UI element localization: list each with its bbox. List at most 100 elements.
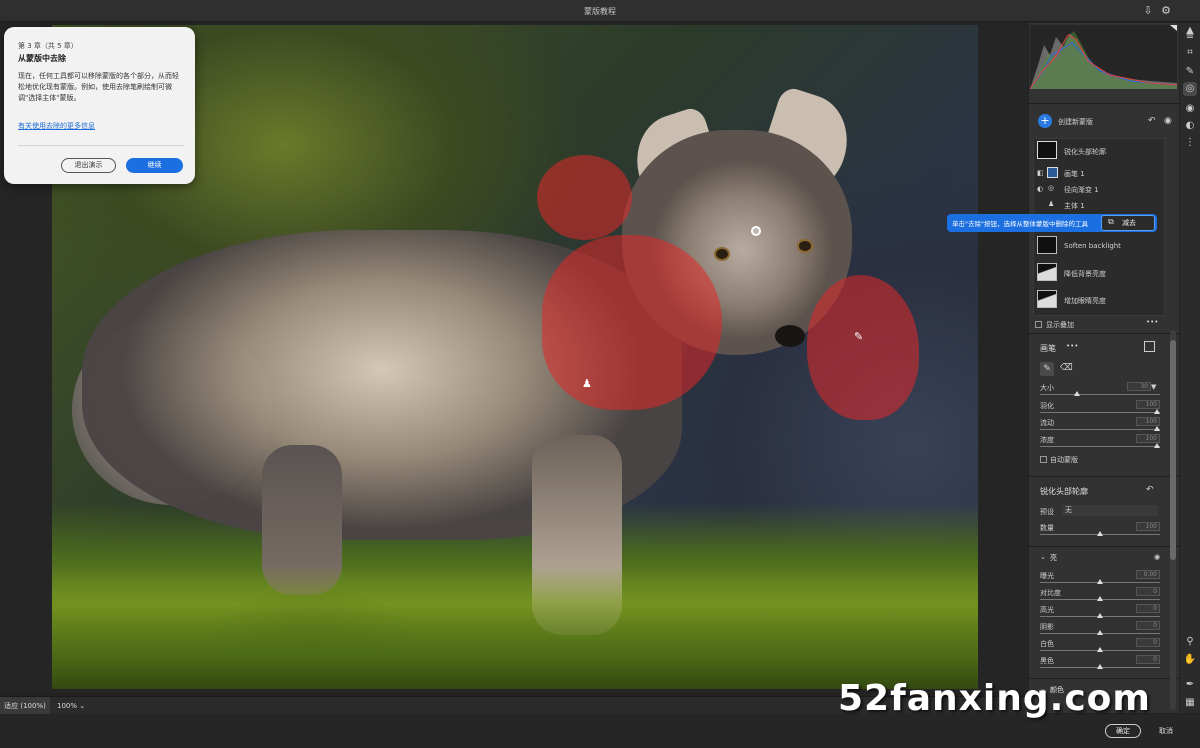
- mask-item-label[interactable]: Soften backlight: [1064, 242, 1121, 250]
- slider-knob[interactable]: [1097, 596, 1103, 601]
- ok-button[interactable]: 确定: [1105, 724, 1141, 738]
- show-overlay-checkbox[interactable]: [1035, 321, 1042, 328]
- tutorial-more-link[interactable]: 有关使用去除的更多信息: [18, 121, 95, 131]
- mask-item-label[interactable]: 画笔 1: [1064, 169, 1085, 179]
- slider-track[interactable]: [1040, 394, 1160, 395]
- continue-button[interactable]: 继续: [126, 158, 183, 173]
- create-mask-button[interactable]: +: [1038, 114, 1052, 128]
- panel-divider: [1029, 476, 1179, 477]
- slider-label: 浓度: [1040, 436, 1054, 444]
- slider-knob[interactable]: [1097, 531, 1103, 536]
- healing-brush-icon[interactable]: ✎: [1183, 65, 1197, 79]
- slider-knob[interactable]: [1097, 613, 1103, 618]
- slider-value[interactable]: 0.00: [1136, 570, 1160, 579]
- slider-knob[interactable]: [1154, 443, 1160, 448]
- mask-thumbnail[interactable]: [1037, 290, 1057, 308]
- slider-track[interactable]: [1040, 412, 1160, 413]
- subject-pin-icon[interactable]: ♟: [582, 378, 592, 389]
- whites-slider[interactable]: 白色 0: [1040, 638, 1160, 655]
- flow-slider[interactable]: 流动 100: [1040, 417, 1160, 434]
- slider-knob[interactable]: [1097, 630, 1103, 635]
- export-icon[interactable]: ⇩: [1142, 5, 1154, 17]
- gear-icon[interactable]: ⚙: [1160, 5, 1172, 17]
- slider-knob[interactable]: [1154, 426, 1160, 431]
- redeye-icon[interactable]: ◉: [1183, 102, 1197, 116]
- scrollbar-thumb[interactable]: [1170, 340, 1176, 560]
- shadows-slider[interactable]: 阴影 0: [1040, 621, 1160, 638]
- fit-zoom-button[interactable]: 适应 (100%): [0, 697, 50, 715]
- mask-thumbnail[interactable]: [1037, 263, 1057, 281]
- layer-eye-icon[interactable]: ◧: [1037, 169, 1044, 177]
- mask-icon[interactable]: ◎: [1183, 82, 1197, 96]
- more-icon[interactable]: •••: [1146, 318, 1158, 326]
- tooltip-text: 单击"去除"按钮，选择从整体蒙版中删除的工具: [952, 220, 1088, 228]
- slider-label: 高光: [1040, 606, 1054, 614]
- auto-mask-checkbox[interactable]: [1040, 456, 1047, 463]
- sampler-icon[interactable]: ✒: [1183, 678, 1197, 692]
- slider-value[interactable]: 0: [1136, 655, 1160, 664]
- crop-icon[interactable]: ⌗: [1183, 46, 1197, 60]
- mask-item-label[interactable]: 锐化头部轮廓: [1064, 147, 1106, 157]
- mask-item-label[interactable]: 降低背景亮度: [1064, 269, 1106, 279]
- zoom-icon[interactable]: ⚲: [1183, 635, 1197, 649]
- subject-layer-icon: ♟: [1048, 200, 1055, 208]
- hand-icon[interactable]: ✋: [1183, 653, 1197, 667]
- slider-track[interactable]: [1040, 429, 1160, 430]
- layer-eye-icon[interactable]: ◐: [1037, 185, 1043, 193]
- exit-demo-button[interactable]: 退出演示: [61, 158, 116, 173]
- sliders-icon[interactable]: ≡: [1183, 30, 1197, 44]
- slider-knob[interactable]: [1154, 409, 1160, 414]
- slider-knob[interactable]: [1074, 391, 1081, 396]
- slider-knob[interactable]: [1097, 647, 1103, 652]
- chevron-down-icon[interactable]: ⌄: [1040, 553, 1046, 561]
- zoom-value: 100%: [57, 702, 78, 710]
- mask-item-label[interactable]: 增加眼睛亮度: [1064, 296, 1106, 306]
- brush-icon[interactable]: ✎: [1040, 362, 1054, 376]
- zoom-dropdown[interactable]: 100% ⌄: [53, 697, 87, 715]
- more-icon[interactable]: ⋮: [1183, 136, 1197, 150]
- size-slider[interactable]: 大小 30: [1040, 382, 1160, 399]
- slider-knob[interactable]: [1097, 579, 1103, 584]
- panel-scrollbar[interactable]: [1170, 330, 1176, 710]
- more-icon[interactable]: •••: [1066, 342, 1078, 350]
- contrast-slider[interactable]: 对比度 0: [1040, 587, 1160, 604]
- cancel-button[interactable]: 取消: [1154, 724, 1178, 738]
- slider-value[interactable]: 0: [1136, 621, 1160, 630]
- histogram-graph: [1030, 25, 1177, 89]
- slider-value[interactable]: 0: [1136, 604, 1160, 613]
- reset-icon[interactable]: ↶: [1148, 116, 1156, 126]
- blacks-slider[interactable]: 黑色 0: [1040, 655, 1160, 672]
- preset-select[interactable]: 无: [1062, 505, 1158, 516]
- eraser-icon[interactable]: ⌫: [1060, 363, 1073, 373]
- feather-slider[interactable]: 羽化 100: [1040, 400, 1160, 417]
- preset-icon[interactable]: ◐: [1183, 119, 1197, 133]
- slider-value[interactable]: 0: [1136, 587, 1160, 596]
- watermark-text: 52fanxing.com: [838, 678, 1151, 719]
- slider-knob[interactable]: [1097, 664, 1103, 669]
- reset-icon[interactable]: ↶: [1146, 485, 1154, 495]
- radial-pin-icon[interactable]: [751, 226, 761, 236]
- mask-overlay-red: [542, 235, 722, 410]
- chevron-down-icon[interactable]: ▼: [1151, 383, 1156, 391]
- brush-mode-icon[interactable]: [1144, 341, 1155, 352]
- slider-value[interactable]: 100: [1136, 434, 1160, 443]
- brush-layer-icon[interactable]: [1047, 167, 1058, 178]
- mask-thumbnail[interactable]: [1037, 236, 1057, 254]
- mask-item-label[interactable]: 径向渐变 1: [1064, 185, 1099, 195]
- mask-thumbnail[interactable]: [1037, 141, 1057, 159]
- eye-icon[interactable]: ◉: [1164, 116, 1172, 126]
- slider-value[interactable]: 100: [1136, 417, 1160, 426]
- slider-value[interactable]: 30: [1127, 382, 1151, 391]
- exposure-slider[interactable]: 曝光 0.00: [1040, 570, 1160, 587]
- eye-icon[interactable]: ◉: [1154, 553, 1160, 561]
- highlights-slider[interactable]: 高光 0: [1040, 604, 1160, 621]
- mask-item-label[interactable]: 主体 1: [1064, 201, 1085, 211]
- slider-track[interactable]: [1040, 446, 1160, 447]
- density-slider[interactable]: 浓度 100: [1040, 434, 1160, 451]
- slider-value[interactable]: 100: [1136, 400, 1160, 409]
- grid-icon[interactable]: ▦: [1183, 696, 1197, 710]
- slider-value[interactable]: 100: [1136, 522, 1160, 531]
- slider-label: 曝光: [1040, 572, 1054, 580]
- slider-value[interactable]: 0: [1136, 638, 1160, 647]
- amount-slider[interactable]: 数量 100: [1040, 522, 1160, 539]
